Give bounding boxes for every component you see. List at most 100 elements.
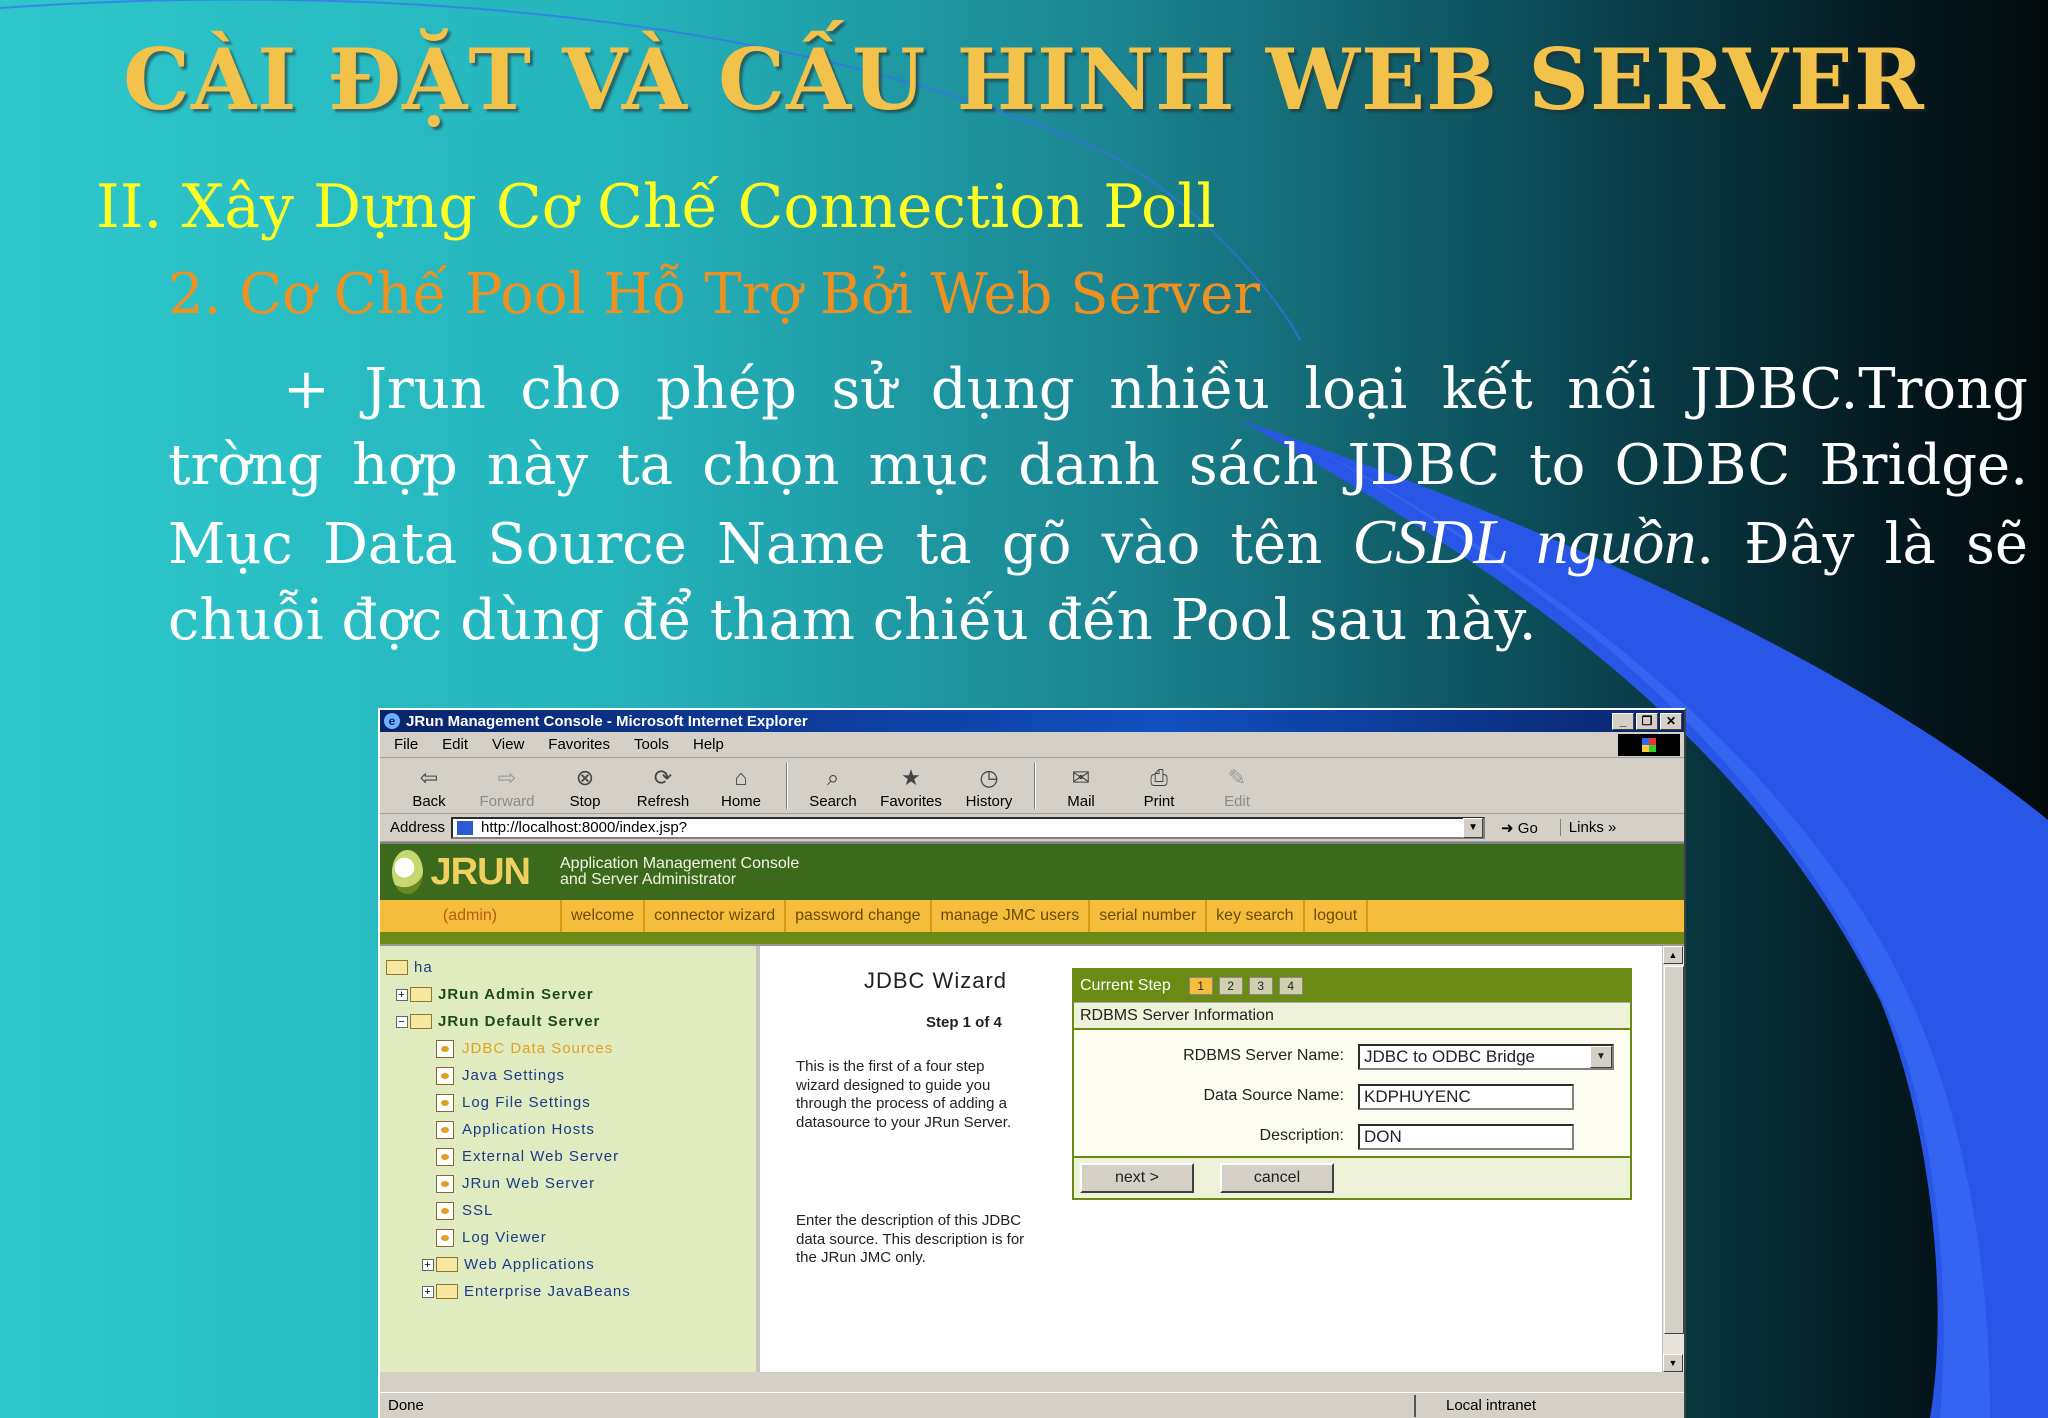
home-button[interactable]: ⌂ Home — [702, 765, 780, 813]
nav-serial-number[interactable]: serial number — [1090, 900, 1208, 932]
section-title: RDBMS Server Information — [1074, 1002, 1630, 1030]
mail-icon: ✉ — [1071, 765, 1091, 790]
links-button[interactable]: Links » — [1559, 819, 1616, 836]
nav-password-change[interactable]: password change — [786, 900, 932, 932]
address-input[interactable]: http://localhost:8000/index.jsp? — [451, 816, 1486, 839]
expand-icon[interactable]: + — [422, 1285, 434, 1298]
vertical-scrollbar[interactable]: ▲ ▼ — [1662, 946, 1684, 1372]
refresh-button[interactable]: ⟳ Refresh — [624, 765, 702, 813]
wizard-heading: JDBC Wizard — [864, 968, 1008, 993]
wizard-form-box: Current Step 1 2 3 4 RDBMS Server Inform… — [1072, 968, 1632, 1200]
open-folder-icon — [386, 960, 408, 975]
history-button[interactable]: ◷ History — [950, 765, 1028, 813]
rdbms-label: RDBMS Server Name: — [1183, 1047, 1344, 1064]
search-button[interactable]: ⌕ Search — [794, 765, 872, 813]
nav-manage-jmc-users[interactable]: manage JMC users — [932, 900, 1091, 932]
body-paragraph: + Jrun cho phép sử dụng nhiều loại kết n… — [168, 352, 2028, 659]
wizard-buttons: next > cancel — [1074, 1156, 1630, 1198]
menu-view[interactable]: View — [492, 736, 524, 753]
history-icon: ◷ — [979, 765, 999, 790]
edit-button[interactable]: ✎ Edit — [1198, 765, 1276, 813]
restore-button[interactable]: ❐ — [1636, 712, 1658, 730]
nav-welcome[interactable]: welcome — [562, 900, 646, 932]
admin-label: (admin) — [380, 900, 562, 932]
toolbar: ⇦ Back ⇨ Forward ⊗ Stop ⟳ Refresh ⌂ Home ⌕ Sea… — [380, 758, 1684, 814]
menu-help[interactable]: Help — [693, 736, 724, 753]
jrun-body: ha + JRun Admin Server − JRun Default Serv… — [380, 946, 1684, 1372]
tree-item-external-web-server[interactable]: External Web Server — [386, 1143, 756, 1170]
tree-item-jrun-web-server[interactable]: JRun Web Server — [386, 1170, 756, 1197]
tree-item-ssl[interactable]: SSL — [386, 1197, 756, 1224]
print-button[interactable]: ⎙ Print — [1120, 765, 1198, 813]
stop-icon: ⊗ — [575, 765, 595, 790]
tree-root[interactable]: ha — [386, 954, 756, 981]
toolbar-separator — [786, 763, 788, 809]
dsn-input[interactable]: KDPHUYENC — [1358, 1084, 1574, 1110]
next-button[interactable]: next > — [1080, 1163, 1194, 1193]
menu-favorites[interactable]: Favorites — [548, 736, 610, 753]
address-label: Address — [390, 819, 446, 836]
wizard-pane: JDBC Wizard Step 1 of 4 This is the firs… — [760, 946, 1684, 1372]
step-3-indicator: 3 — [1248, 977, 1273, 995]
jrun-logo-text: JRUN — [430, 850, 531, 893]
tree-item-enterprise-javabeans[interactable]: + Enterprise JavaBeans — [386, 1278, 756, 1305]
favorites-button[interactable]: ★ Favorites — [872, 765, 950, 813]
menu-file[interactable]: File — [394, 736, 418, 753]
collapse-icon[interactable]: − — [396, 1015, 408, 1028]
menu-bar: File Edit View Favorites Tools Help — [380, 732, 1684, 758]
address-url: http://localhost:8000/index.jsp? — [481, 819, 688, 836]
tree-item-default-server[interactable]: − JRun Default Server — [386, 1008, 756, 1035]
folder-icon — [436, 1257, 458, 1272]
nav-key-search[interactable]: key search — [1207, 900, 1305, 932]
page-icon — [457, 820, 474, 835]
rdbms-row: RDBMS Server Name: JDBC to ODBC Bridge ▼ — [1074, 1042, 1630, 1072]
stop-button[interactable]: ⊗ Stop — [546, 765, 624, 813]
step-4-indicator: 4 — [1278, 977, 1303, 995]
tree-item-log-viewer[interactable]: Log Viewer — [386, 1224, 756, 1251]
jrun-nav: (admin) welcome connector wizard passwor… — [380, 900, 1684, 932]
dsn-label: Data Source Name: — [1203, 1087, 1344, 1104]
mail-button[interactable]: ✉ Mail — [1042, 765, 1120, 813]
jrun-logo: JRUN — [380, 843, 531, 901]
server-folder-icon — [410, 1014, 432, 1029]
tree-item-java-settings[interactable]: Java Settings — [386, 1062, 756, 1089]
expand-icon[interactable]: + — [396, 988, 408, 1001]
close-button[interactable]: ✕ — [1660, 712, 1682, 730]
tree-item-admin-server[interactable]: + JRun Admin Server — [386, 981, 756, 1008]
scroll-thumb[interactable] — [1664, 966, 1684, 1334]
scroll-up-icon[interactable]: ▲ — [1663, 946, 1683, 964]
wizard-intro: This is the first of a four step wizard … — [796, 1058, 1012, 1131]
nav-logout[interactable]: logout — [1305, 900, 1369, 932]
edit-icon: ✎ — [1227, 765, 1247, 790]
expand-icon[interactable]: + — [422, 1258, 434, 1271]
settings-page-icon — [436, 1039, 454, 1058]
back-button[interactable]: ⇦ Back — [390, 765, 468, 813]
favorites-icon: ★ — [901, 765, 921, 790]
tree-item-jdbc-data-sources[interactable]: JDBC Data Sources — [386, 1035, 756, 1062]
step-2-indicator: 2 — [1218, 977, 1243, 995]
menu-tools[interactable]: Tools — [634, 736, 669, 753]
minimize-button[interactable]: _ — [1612, 712, 1634, 730]
address-dropdown-icon[interactable]: ▼ — [1463, 817, 1484, 838]
cancel-button[interactable]: cancel — [1220, 1163, 1334, 1193]
slide-title: CÀI ĐẶT VÀ CẤU HINH WEB SERVER — [123, 30, 1925, 129]
menu-edit[interactable]: Edit — [442, 736, 468, 753]
print-icon: ⎙ — [1150, 765, 1168, 790]
settings-page-icon — [436, 1147, 454, 1166]
tree-item-log-file-settings[interactable]: Log File Settings — [386, 1089, 756, 1116]
description-input[interactable]: DON — [1358, 1124, 1574, 1150]
browser-window: e JRun Management Console - Microsoft In… — [378, 708, 1686, 1418]
forward-arrow-icon: ⇨ — [497, 765, 517, 790]
server-tree: ha + JRun Admin Server − JRun Default Serv… — [380, 946, 760, 1372]
rdbms-select[interactable]: JDBC to ODBC Bridge ▼ — [1358, 1044, 1614, 1070]
go-button[interactable]: ➜ Go — [1501, 819, 1538, 837]
coffee-cup-icon — [392, 850, 423, 894]
forward-button[interactable]: ⇨ Forward — [468, 765, 546, 813]
tree-item-application-hosts[interactable]: Application Hosts — [386, 1116, 756, 1143]
paragraph-emphasis: CSDL nguồn — [1352, 506, 1697, 577]
nav-connector-wizard[interactable]: connector wizard — [645, 900, 787, 932]
zone-indicator: Local intranet — [1414, 1394, 1684, 1417]
back-arrow-icon: ⇦ — [419, 765, 439, 790]
scroll-down-icon[interactable]: ▼ — [1663, 1354, 1683, 1372]
tree-item-web-applications[interactable]: + Web Applications — [386, 1251, 756, 1278]
